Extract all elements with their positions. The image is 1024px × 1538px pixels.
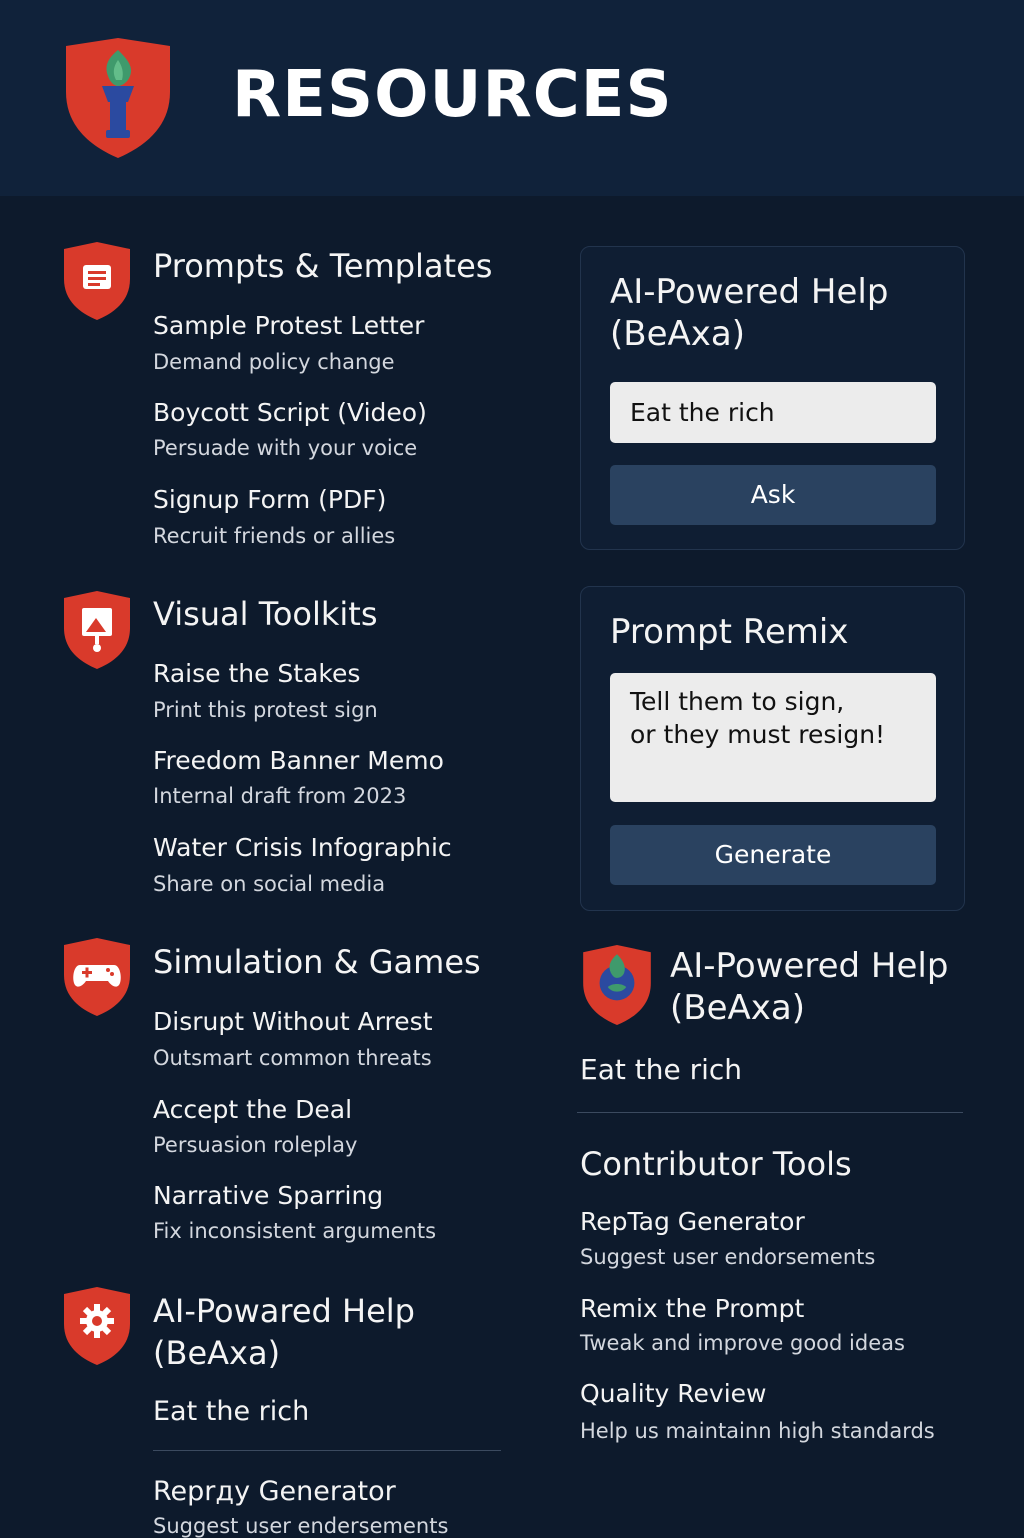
resource-subtitle: Recruit friends or allies [153, 524, 396, 548]
divider [577, 1112, 963, 1113]
tool-subtitle: Tweak and improve good ideas [580, 1331, 905, 1355]
resource-subtitle: Persuasion roleplay [153, 1133, 358, 1157]
ai-question-input[interactable]: Eat the rich [610, 382, 936, 443]
resource-subtitle: Outsmart common threats [153, 1046, 432, 1070]
page-title: RESOURCES [232, 58, 673, 132]
resource-link-raise-the-stakes[interactable]: Raise the Stakes [153, 659, 360, 688]
resource-link-water-crisis-infographic[interactable]: Water Crisis Infographic [153, 833, 452, 862]
divider [153, 1450, 501, 1451]
resource-link-accept-the-deal[interactable]: Accept the Deal [153, 1095, 352, 1124]
tool-link-remix-the-prompt[interactable]: Remix the Prompt [580, 1294, 804, 1323]
tool-link-reptag-generator[interactable]: RepTag Generator [580, 1207, 805, 1236]
gear-icon [64, 1287, 130, 1365]
resource-subtitle: Suggest user endersements [153, 1514, 449, 1538]
torch-shield-icon [66, 38, 170, 158]
section-title-games: Simulation & Games [153, 943, 481, 981]
ai-left-text: Eat the rich [153, 1396, 310, 1427]
resource-subtitle: Print this protest sign [153, 698, 378, 722]
resource-subtitle: Fix inconsistent arguments [153, 1219, 437, 1243]
generate-button[interactable]: Generate [610, 825, 936, 885]
resource-link-repray-generator[interactable]: Reprдy Generator [153, 1476, 396, 1507]
resource-link-signup-form[interactable]: Signup Form (PDF) [153, 485, 386, 514]
resource-link-narrative-sparring[interactable]: Narrative Sparring [153, 1181, 383, 1210]
resource-link-sample-protest-letter[interactable]: Sample Protest Letter [153, 311, 424, 340]
section-title-ai-right-line1: AI-Powered Help [670, 946, 949, 986]
tool-subtitle: Help us maintainn high standards [580, 1419, 935, 1443]
resource-link-boycott-script[interactable]: Boycott Script (Video) [153, 398, 427, 427]
section-title-visual: Visual Toolkits [153, 595, 378, 633]
document-icon [64, 242, 130, 320]
resource-subtitle: Demand policy change [153, 350, 395, 374]
section-title-ai-left-line1: AI-Powared Help [153, 1292, 415, 1330]
section-title-ai-right-line2: (BeAxa) [670, 988, 805, 1028]
tool-link-quality-review[interactable]: Quality Review [580, 1379, 766, 1408]
header: RESOURCES [0, 0, 1024, 196]
sign-icon [64, 591, 130, 669]
remix-card-title: Prompt Remix [610, 612, 849, 652]
ai-card-title-line2: (BeAxa) [610, 314, 745, 354]
resource-link-disrupt-without-arrest[interactable]: Disrupt Without Arrest [153, 1007, 433, 1036]
resource-subtitle: Persuade with your voice [153, 436, 418, 460]
resource-subtitle: Share on social media [153, 872, 386, 896]
remix-textarea[interactable]: Tell them to sign, or they must resign! [610, 673, 936, 802]
ai-right-text: Eat the rich [580, 1053, 743, 1086]
section-title-ai-left-line2: (BeAxa) [153, 1334, 281, 1372]
ask-button[interactable]: Ask [610, 465, 936, 525]
tool-subtitle: Suggest user endorsements [580, 1245, 876, 1269]
section-title-contributor: Contributor Tools [580, 1145, 852, 1183]
section-title-prompts: Prompts & Templates [153, 247, 493, 285]
gamepad-icon [64, 938, 130, 1016]
prompt-remix-card: Prompt Remix Tell them to sign, or they … [580, 586, 965, 911]
resource-subtitle: Internal draft from 2023 [153, 784, 407, 808]
resource-link-freedom-banner-memo[interactable]: Freedom Banner Memo [153, 746, 444, 775]
ai-card-title-line1: AI-Powered Help [610, 272, 889, 312]
ai-help-card: AI-Powered Help (BeAxa) Eat the rich Ask [580, 246, 965, 550]
torch-shield-icon [583, 945, 651, 1025]
